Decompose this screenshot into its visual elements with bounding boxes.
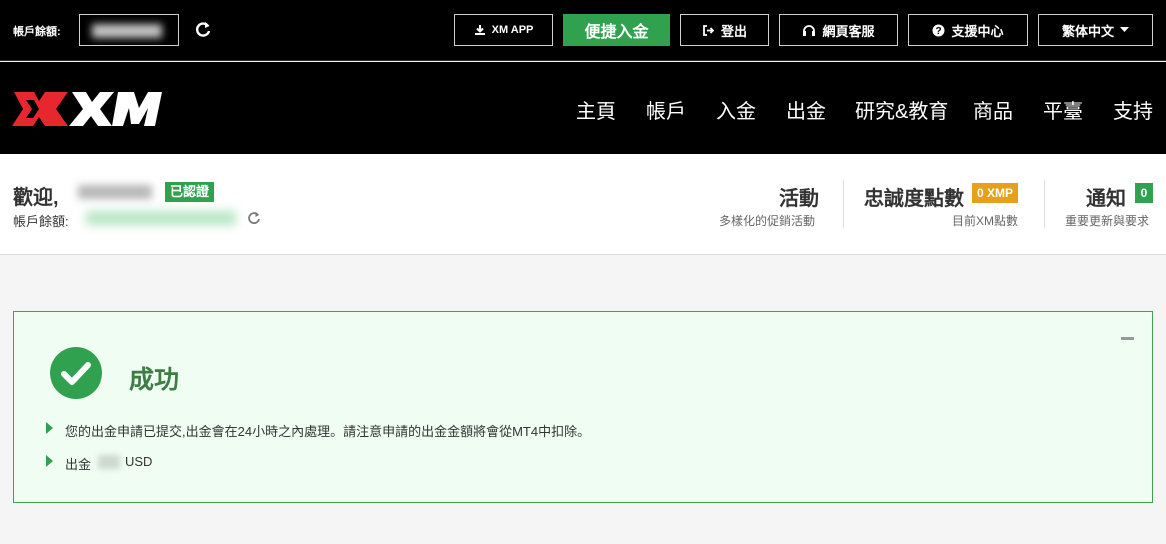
balance-value-masked xyxy=(92,24,162,38)
logout-icon xyxy=(703,24,715,36)
refresh-icon[interactable] xyxy=(194,19,212,41)
welcome-greeting: 歡迎, xyxy=(13,187,59,209)
web-support-button[interactable]: 網頁客服 xyxy=(779,14,898,46)
logout-label: 登出 xyxy=(720,23,747,39)
nav-research-education[interactable]: 研究&教育 xyxy=(855,95,948,124)
divider xyxy=(843,180,844,228)
loyalty-subtitle: 目前XM點數 xyxy=(952,214,1019,228)
quick-deposit-label: 便捷入金 xyxy=(584,24,649,41)
download-icon xyxy=(474,25,485,35)
bullet-arrow-icon xyxy=(46,455,53,467)
withdraw-message: 您的出金申請已提交,出金會在24小時之內處理。請注意申請的出金金額將會從MT4中… xyxy=(65,424,591,439)
withdraw-currency: USD xyxy=(125,454,153,469)
user-name-masked xyxy=(78,185,152,199)
web-support-label: 網頁客服 xyxy=(822,23,875,39)
svg-text:?: ? xyxy=(936,26,942,37)
notifications-subtitle: 重要更新與要求 xyxy=(1065,214,1150,228)
success-panel xyxy=(13,311,1153,503)
bullet-arrow-icon xyxy=(46,422,53,434)
xm-app-label: XM APP xyxy=(491,24,534,36)
check-circle-icon xyxy=(50,347,102,399)
welcome-bar xyxy=(0,154,1166,255)
withdraw-amount-prefix: 出金 xyxy=(65,457,92,472)
nav-products[interactable]: 商品 xyxy=(973,95,1013,124)
loyalty-title[interactable]: 忠誠度點數 xyxy=(864,182,964,211)
withdraw-amount-masked xyxy=(98,455,120,469)
nav-withdraw[interactable]: 出金 xyxy=(786,95,826,124)
promotions-subtitle: 多樣化的促銷活動 xyxy=(719,214,816,228)
notifications-title[interactable]: 通知 xyxy=(1086,182,1126,211)
notifications-count-badge: 0 xyxy=(1135,183,1153,203)
promotions-title[interactable]: 活動 xyxy=(779,182,819,211)
caret-down-icon xyxy=(1120,27,1129,32)
balance-display xyxy=(79,14,179,46)
language-label: 繁体中文 xyxy=(1061,23,1114,39)
verified-badge: 已認證 xyxy=(165,182,215,202)
divider xyxy=(1044,180,1045,228)
balance-label: 帳戶餘額: xyxy=(13,26,61,38)
collapse-icon[interactable] xyxy=(1121,337,1134,340)
balance-refresh-icon[interactable] xyxy=(247,210,261,226)
headset-icon xyxy=(803,24,816,36)
welcome-balance-masked xyxy=(86,211,236,225)
nav-support[interactable]: 支持 xyxy=(1113,95,1153,124)
welcome-balance-label: 帳戶餘額: xyxy=(13,214,69,229)
nav-accounts[interactable]: 帳戶 xyxy=(646,95,686,124)
quick-deposit-button[interactable]: 便捷入金 xyxy=(563,14,670,46)
loyalty-points-badge: 0 XMP xyxy=(972,183,1019,203)
success-title: 成功 xyxy=(129,366,180,394)
language-select[interactable]: 繁体中文 xyxy=(1038,14,1153,46)
xm-logo[interactable] xyxy=(12,88,162,130)
help-center-label: 支援中心 xyxy=(951,23,1004,39)
nav-deposit[interactable]: 入金 xyxy=(716,95,756,124)
logout-button[interactable]: 登出 xyxy=(680,14,769,46)
xm-app-button[interactable]: XM APP xyxy=(454,14,553,46)
help-center-button[interactable]: ? 支援中心 xyxy=(908,14,1028,46)
nav-platforms[interactable]: 平臺 xyxy=(1043,95,1083,124)
nav-home[interactable]: 主頁 xyxy=(576,95,616,124)
question-icon: ? xyxy=(932,24,945,37)
